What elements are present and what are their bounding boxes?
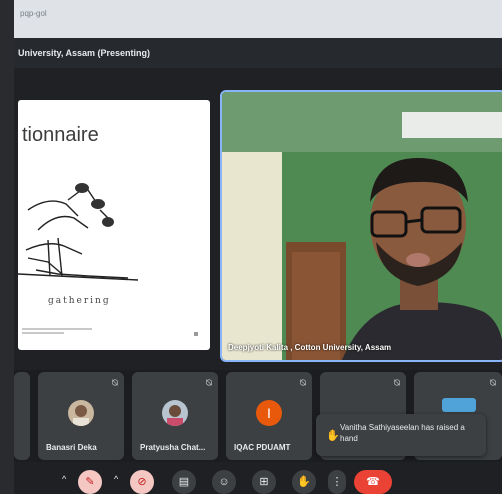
meeting-header: University, Assam (Presenting) [14, 38, 502, 69]
participant-tile-partial[interactable] [14, 372, 30, 460]
camera-off-icon: ⊘ [137, 476, 147, 488]
participant-name: Banasri Deka [46, 443, 97, 452]
more-options-icon: ⋮ [331, 476, 343, 488]
raise-hand-icon: ✋ [326, 430, 340, 442]
camera-toggle-button[interactable]: ⊘ [130, 470, 154, 494]
mic-off-icon: ⍉ [300, 378, 306, 389]
emoji-icon: ☺ [218, 476, 230, 488]
end-call-icon: ☎ [366, 476, 380, 488]
avatar [68, 400, 94, 426]
browser-strip: pqp-gol [14, 0, 502, 38]
mic-off-icon: ✎ [85, 476, 95, 488]
present-icon: ⊞ [259, 476, 269, 488]
tab-text: pqp-gol [20, 9, 47, 18]
slide-caption: gathering [48, 296, 111, 306]
left-edge [0, 0, 14, 494]
participant-name: IQAC PDUAMT [234, 443, 291, 452]
avatar: I [256, 400, 282, 426]
avatar [162, 400, 188, 426]
more-options-button[interactable]: ⋮ [328, 470, 346, 494]
present-button[interactable]: ⊞ [252, 470, 276, 494]
main-stage: tionnaire gathering Deepjyoti Kalita , C… [14, 68, 502, 370]
captions-icon: ▤ [178, 476, 190, 488]
mic-off-icon: ⍉ [490, 378, 496, 389]
slide-illustration [18, 183, 139, 281]
chevron-up-icon[interactable]: ^ [114, 474, 118, 484]
end-call-button[interactable]: ☎ [354, 470, 392, 494]
participant-tile[interactable]: ⍉ Banasri Deka [38, 372, 124, 460]
mic-off-icon: ⍉ [394, 378, 400, 389]
raise-hand-button[interactable]: ✋ [292, 470, 316, 494]
speaker-tile[interactable]: Deepjyoti Kalita , Cotton University, As… [220, 90, 502, 362]
control-bar: ^ ✎ ^ ⊘ ▤ ☺ ⊞ ✋ ⋮ ☎ [14, 462, 502, 494]
presenter-title: University, Assam (Presenting) [18, 48, 151, 58]
slide-number-marker [194, 332, 198, 336]
chevron-up-icon[interactable]: ^ [62, 474, 66, 484]
mic-off-icon: ⍉ [206, 378, 212, 389]
participant-video-thumb [442, 398, 476, 412]
participant-tile[interactable]: ⍉ I IQAC PDUAMT [226, 372, 312, 460]
speaker-name: Deepjyoti Kalita , Cotton University, As… [228, 343, 392, 352]
raise-hand-icon: ✋ [297, 476, 311, 488]
slide-footer [22, 328, 92, 336]
captions-button[interactable]: ▤ [172, 470, 196, 494]
mic-toggle-button[interactable]: ✎ [78, 470, 102, 494]
participant-tile[interactable]: ⍉ Pratyusha Chat... [132, 372, 218, 460]
emoji-button[interactable]: ☺ [212, 470, 236, 494]
speaker-video [222, 92, 502, 360]
presentation-slide[interactable]: tionnaire gathering [18, 100, 210, 350]
participant-name: Pratyusha Chat... [140, 443, 206, 452]
avatar-letter: I [267, 405, 271, 421]
notification-text: Vanitha Sathiyaseelan has raised a hand [340, 423, 465, 443]
raised-hand-notification[interactable]: ✋ Vanitha Sathiyaseelan has raised a han… [316, 414, 486, 456]
mic-off-icon: ⍉ [112, 378, 118, 389]
